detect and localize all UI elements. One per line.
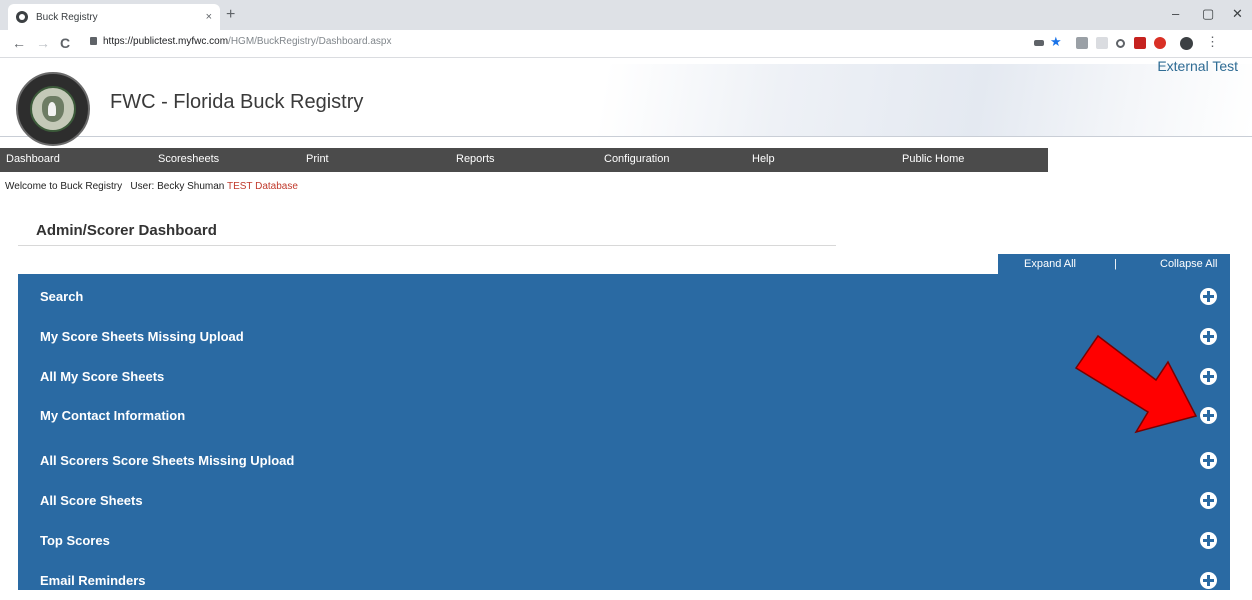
panel-label: My Score Sheets Missing Upload xyxy=(40,329,244,344)
site-title: FWC - Florida Buck Registry xyxy=(110,91,364,113)
panel-label: Search xyxy=(40,289,84,304)
window-close-icon[interactable]: ✕ xyxy=(1232,6,1243,22)
panel-label: All Score Sheets xyxy=(40,493,143,508)
panel-label: All Scorers Score Sheets Missing Upload xyxy=(40,453,295,468)
url-field[interactable]: https://publictest.myfwc.com/HGM/BuckReg… xyxy=(90,36,391,47)
panel-label: All My Score Sheets xyxy=(40,369,165,384)
panel-all-score-sheets[interactable]: All Score Sheets xyxy=(18,480,1230,520)
nav-scoresheets[interactable]: Scoresheets xyxy=(158,153,219,165)
red-arrow-annotation xyxy=(1074,334,1198,434)
panel-label: Email Reminders xyxy=(40,573,146,588)
tab-title: Buck Registry xyxy=(36,11,98,23)
nav-public-home[interactable]: Public Home xyxy=(902,153,964,165)
main-nav: Dashboard Scoresheets Print Reports Conf… xyxy=(0,148,1048,172)
header-divider xyxy=(0,136,1252,137)
key-icon[interactable] xyxy=(1034,40,1044,46)
panel-email-reminders[interactable]: Email Reminders xyxy=(18,560,1230,600)
document-icon[interactable] xyxy=(1096,37,1108,49)
calendar-icon[interactable] xyxy=(1134,37,1146,49)
nav-help[interactable]: Help xyxy=(752,153,775,165)
panel-my-contact-information[interactable]: My Contact Information xyxy=(18,395,1230,435)
forward-icon[interactable]: → xyxy=(36,35,50,51)
plus-circle-icon[interactable] xyxy=(1200,288,1217,305)
database-label: TEST Database xyxy=(226,181,298,192)
reload-icon[interactable]: C xyxy=(60,35,70,51)
globe-icon xyxy=(16,11,28,23)
logo-emblem xyxy=(30,86,76,132)
separator: | xyxy=(1114,258,1117,270)
browser-address-bar: ← → C https://publictest.myfwc.com/HGM/B… xyxy=(0,30,1252,58)
welcome-text: Welcome to Buck Registry xyxy=(5,181,123,192)
pinterest-icon[interactable] xyxy=(1154,37,1166,49)
plus-circle-icon[interactable] xyxy=(1200,368,1217,385)
environment-label: External Test xyxy=(1157,58,1238,74)
nav-reports[interactable]: Reports xyxy=(456,153,495,165)
circle-icon[interactable] xyxy=(1116,39,1125,48)
nav-configuration[interactable]: Configuration xyxy=(604,153,669,165)
dashboard-panels: Search My Score Sheets Missing Upload Al… xyxy=(18,274,1230,590)
plus-circle-icon[interactable] xyxy=(1200,492,1217,509)
maximize-icon[interactable]: ▢ xyxy=(1202,6,1214,22)
profile-icon[interactable] xyxy=(1180,37,1193,50)
panel-label: My Contact Information xyxy=(40,408,186,423)
url-host: https://publictest.myfwc.com xyxy=(103,36,229,47)
new-tab-button[interactable]: + xyxy=(226,6,235,24)
nav-dashboard[interactable]: Dashboard xyxy=(6,153,60,165)
panel-top-scores[interactable]: Top Scores xyxy=(18,520,1230,560)
plus-circle-icon[interactable] xyxy=(1200,572,1217,589)
browser-tab[interactable]: Buck Registry × xyxy=(8,4,220,30)
plus-circle-icon[interactable] xyxy=(1200,452,1217,469)
panel-search[interactable]: Search xyxy=(18,276,1230,316)
panel-all-scorers-score-sheets-missing-upload[interactable]: All Scorers Score Sheets Missing Upload xyxy=(18,440,1230,480)
back-icon[interactable]: ← xyxy=(12,35,26,51)
plus-circle-icon[interactable] xyxy=(1200,328,1217,345)
welcome-line: Welcome to Buck Registry User: Becky Shu… xyxy=(5,181,298,192)
browser-tab-bar: Buck Registry × + – ▢ ✕ xyxy=(0,0,1252,30)
minimize-icon[interactable]: – xyxy=(1172,6,1179,21)
nav-print[interactable]: Print xyxy=(306,153,329,165)
plus-circle-icon[interactable] xyxy=(1200,532,1217,549)
tab-close-icon[interactable]: × xyxy=(206,11,212,23)
page-title: Admin/Scorer Dashboard xyxy=(36,222,217,239)
lock-icon xyxy=(90,37,97,45)
expand-all-link[interactable]: Expand All xyxy=(1024,258,1076,270)
star-icon[interactable]: ★ xyxy=(1050,34,1062,49)
plus-circle-icon[interactable] xyxy=(1200,407,1217,424)
current-user: User: Becky Shuman xyxy=(130,181,225,192)
collapse-all-link[interactable]: Collapse All xyxy=(1160,258,1217,270)
expand-collapse-bar: Expand All | Collapse All xyxy=(998,254,1230,274)
panel-my-score-sheets-missing-upload[interactable]: My Score Sheets Missing Upload xyxy=(18,316,1230,356)
extension-icon[interactable] xyxy=(1076,37,1088,49)
menu-icon[interactable]: ⋮ xyxy=(1206,34,1219,49)
title-divider xyxy=(18,245,836,246)
url-path: /HGM/BuckRegistry/Dashboard.aspx xyxy=(228,36,392,47)
panel-label: Top Scores xyxy=(40,533,110,548)
fwc-logo-icon xyxy=(16,72,90,146)
panel-all-my-score-sheets[interactable]: All My Score Sheets xyxy=(18,356,1230,396)
